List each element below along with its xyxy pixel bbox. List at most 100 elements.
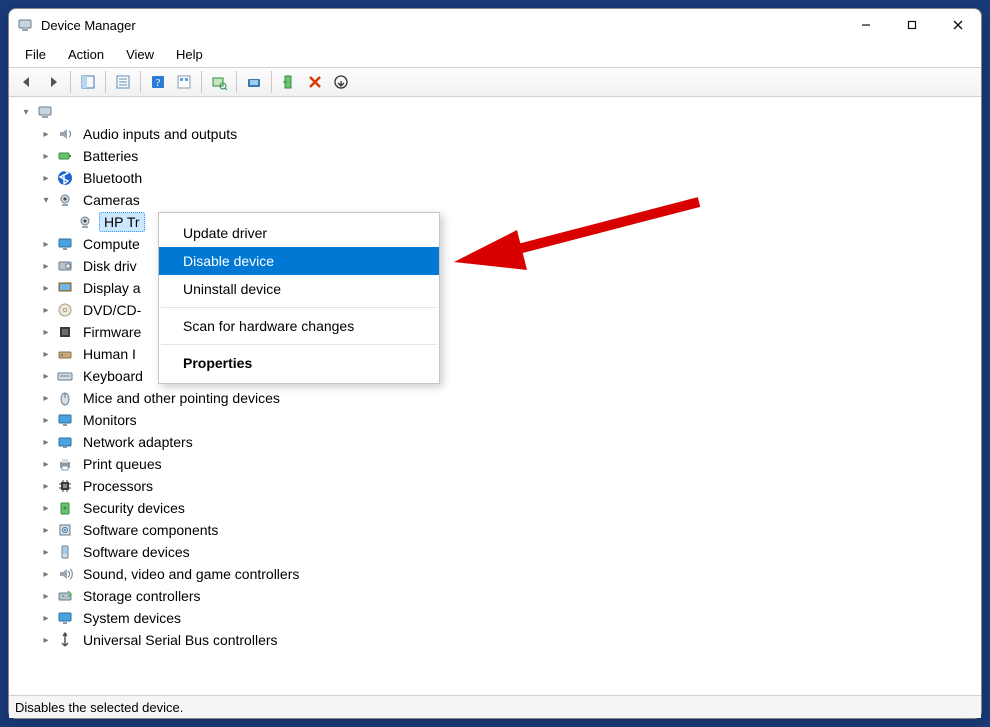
context-menu-item[interactable]: Update driver [159,219,439,247]
toolbar-separator [201,71,202,93]
chevron-right-icon[interactable]: ▸ [39,479,53,493]
context-menu-item[interactable]: Scan for hardware changes [159,312,439,340]
tree-category-label: Cameras [79,191,144,209]
chevron-right-icon[interactable]: ▸ [39,171,53,185]
tree-category[interactable]: ▸ Network adapters [37,431,981,453]
back-button[interactable] [15,70,39,94]
tree-category[interactable]: ▾ Cameras [37,189,981,211]
chevron-right-icon[interactable]: ▸ [39,589,53,603]
tree-category-label: Universal Serial Bus controllers [79,631,282,649]
app-icon [17,17,33,33]
chevron-right-icon[interactable]: ▸ [39,435,53,449]
tree-category[interactable]: ▸ Software devices [37,541,981,563]
context-menu-separator [161,307,437,308]
tree-category[interactable]: ▸ Audio inputs and outputs [37,123,981,145]
chevron-right-icon[interactable]: ▸ [39,545,53,559]
menu-action[interactable]: Action [58,44,114,65]
scan-hardware-button[interactable] [207,70,231,94]
chevron-right-icon[interactable]: ▸ [39,325,53,339]
cpu-icon [57,478,73,494]
forward-button[interactable] [41,70,65,94]
chevron-right-icon[interactable]: ▸ [39,633,53,647]
menubar: File Action View Help [9,41,981,67]
maximize-button[interactable] [889,9,935,41]
dvd-icon [57,302,73,318]
tree-category-label: DVD/CD- [79,301,145,319]
chevron-right-icon[interactable]: ▸ [39,391,53,405]
camera-icon [57,192,73,208]
tree-category[interactable]: ▸ Security devices [37,497,981,519]
softcomp-icon [57,522,73,538]
tree-category[interactable]: ▸ System devices [37,607,981,629]
tree-category[interactable]: ▸ Software components [37,519,981,541]
chevron-right-icon[interactable]: ▸ [39,303,53,317]
network-icon [57,434,73,450]
tree-category-label: Keyboard [79,367,147,385]
webcam-icon [77,214,93,230]
security-icon [57,500,73,516]
menu-file[interactable]: File [15,44,56,65]
tree-category[interactable]: ▸ Processors [37,475,981,497]
minimize-button[interactable] [843,9,889,41]
tree-category[interactable]: ▸ Mice and other pointing devices [37,387,981,409]
menu-help[interactable]: Help [166,44,213,65]
chevron-right-icon[interactable]: ▸ [39,127,53,141]
chevron-right-icon[interactable]: ▸ [39,523,53,537]
action-button[interactable] [172,70,196,94]
tree-category[interactable]: ▸ Monitors [37,409,981,431]
chevron-right-icon[interactable]: ▸ [39,149,53,163]
tree-category-label: Network adapters [79,433,197,451]
display-icon [57,280,73,296]
chevron-right-icon[interactable]: ▸ [39,567,53,581]
chevron-right-icon[interactable]: ▸ [39,457,53,471]
tree-category[interactable]: ▸ Sound, video and game controllers [37,563,981,585]
chevron-right-icon[interactable]: ▸ [39,369,53,383]
tree-root-node[interactable]: ▾ [17,101,981,123]
uninstall-device-button[interactable] [329,70,353,94]
context-menu-item[interactable]: Disable device [159,247,439,275]
close-button[interactable] [935,9,981,41]
chevron-down-icon[interactable]: ▾ [39,193,53,207]
tree-category-label: Security devices [79,499,189,517]
help-button[interactable]: ? [146,70,170,94]
chevron-right-icon[interactable]: ▸ [39,347,53,361]
system-icon [57,610,73,626]
statusbar-text: Disables the selected device. [15,700,183,715]
tree-category-label: Storage controllers [79,587,205,605]
chevron-right-icon[interactable]: ▸ [39,237,53,251]
window-title: Device Manager [41,18,843,33]
tree-category-label: Processors [79,477,157,495]
chevron-down-icon[interactable]: ▾ [19,105,33,119]
chevron-right-icon[interactable]: ▸ [39,259,53,273]
tree-category-label: Mice and other pointing devices [79,389,284,407]
update-driver-button[interactable] [242,70,266,94]
usb-icon [57,632,73,648]
disk-icon [57,258,73,274]
chevron-right-icon[interactable]: ▸ [39,611,53,625]
tree-category-label: Display a [79,279,145,297]
context-menu-item[interactable]: Properties [159,349,439,377]
properties-button[interactable] [111,70,135,94]
context-menu-separator [161,344,437,345]
tree-category[interactable]: ▸ Batteries [37,145,981,167]
tree-category[interactable]: ▸ Print queues [37,453,981,475]
enable-device-button[interactable] [277,70,301,94]
tree-category-label: Software devices [79,543,194,561]
device-tree-area[interactable]: ▾ ▸ Audio inputs and outputs ▸ Batteries… [9,97,981,696]
disable-device-button[interactable] [303,70,327,94]
chevron-right-icon[interactable]: ▸ [39,281,53,295]
context-menu-item[interactable]: Uninstall device [159,275,439,303]
audio-icon [57,126,73,142]
context-menu: Update driverDisable deviceUninstall dev… [158,212,440,384]
tree-category-label: Batteries [79,147,142,165]
menu-view[interactable]: View [116,44,164,65]
tree-category-label: Monitors [79,411,141,429]
printer-icon [57,456,73,472]
tree-category[interactable]: ▸ Storage controllers [37,585,981,607]
chevron-right-icon[interactable]: ▸ [39,413,53,427]
firmware-icon [57,324,73,340]
tree-category[interactable]: ▸ Bluetooth [37,167,981,189]
show-hide-tree-button[interactable] [76,70,100,94]
chevron-right-icon[interactable]: ▸ [39,501,53,515]
tree-category[interactable]: ▸ Universal Serial Bus controllers [37,629,981,651]
